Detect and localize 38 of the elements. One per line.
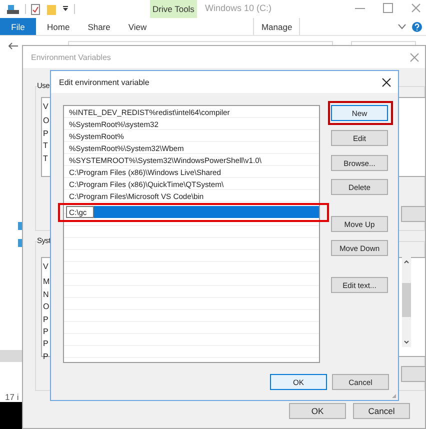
- properties-icon: [31, 4, 40, 14]
- variable-name[interactable]: O: [43, 301, 50, 314]
- variable-name[interactable]: O: [43, 115, 50, 128]
- variable-name[interactable]: T: [43, 140, 48, 153]
- variable-button[interactable]: [401, 206, 425, 222]
- context-tab-header: Drive Tools: [150, 0, 197, 18]
- column-header: V: [43, 261, 48, 273]
- variable-name[interactable]: P: [43, 128, 48, 140]
- variable-name[interactable]: N: [43, 288, 49, 302]
- path-list[interactable]: [63, 105, 320, 363]
- maximize-icon[interactable]: [383, 3, 393, 13]
- column-header: V: [43, 101, 48, 113]
- folder-icon: [47, 4, 56, 14]
- window-title: Windows 10 (C:): [205, 3, 272, 13]
- ribbon-tab[interactable]: View: [119, 18, 156, 35]
- variable-name[interactable]: P: [43, 314, 48, 326]
- back-icon[interactable]: [8, 42, 18, 50]
- dropdown-icon: [62, 5, 69, 13]
- ribbon-tab[interactable]: Manage: [253, 18, 300, 35]
- dialog-title: Environment Variables: [31, 52, 111, 62]
- variable-button[interactable]: [401, 366, 425, 382]
- help-icon[interactable]: [412, 22, 422, 32]
- status-bar-text: 17 i: [5, 392, 19, 402]
- variable-name[interactable]: T: [43, 152, 48, 165]
- dialog-title: Edit environment variable: [59, 78, 150, 86]
- dialog-button[interactable]: OK: [289, 403, 346, 419]
- variable-name[interactable]: P: [43, 338, 48, 351]
- variable-name[interactable]: P: [43, 326, 48, 338]
- ribbon-tab[interactable]: Home: [38, 18, 79, 35]
- variable-name[interactable]: M: [43, 276, 50, 289]
- ribbon-tab[interactable]: Share: [78, 18, 120, 35]
- resize-grip-icon: [391, 393, 397, 399]
- chevron-icon[interactable]: [398, 24, 406, 30]
- drive-icon: [6, 3, 20, 15]
- dialog-button[interactable]: Cancel: [353, 403, 410, 419]
- ribbon-tab[interactable]: File: [0, 18, 36, 35]
- close-icon[interactable]: [382, 78, 391, 86]
- variable-name[interactable]: P: [43, 350, 48, 364]
